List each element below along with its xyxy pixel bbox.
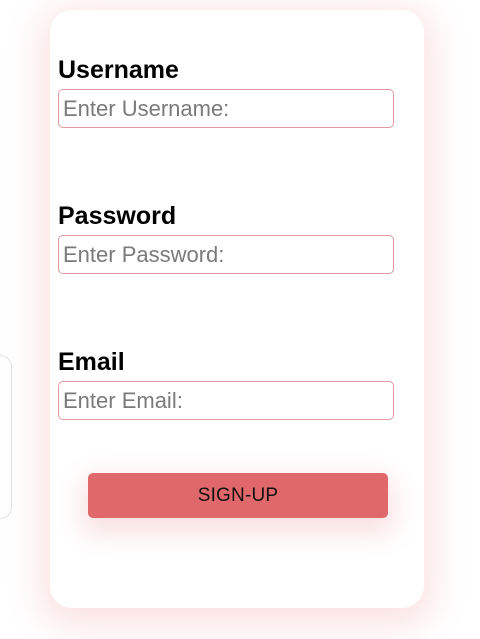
email-label: Email <box>58 348 125 376</box>
email-input[interactable] <box>58 381 394 420</box>
background-panel <box>0 355 12 519</box>
signup-button[interactable]: SIGN-UP <box>88 473 388 518</box>
username-field-group: Username <box>58 56 394 128</box>
password-label: Password <box>58 202 177 230</box>
email-field-group: Email <box>58 348 394 420</box>
username-input[interactable] <box>58 89 394 128</box>
password-input[interactable] <box>58 235 394 274</box>
signup-page: Username Password Email SIGN-UP <box>0 0 480 639</box>
signup-form-card: Username Password Email SIGN-UP <box>50 10 424 608</box>
username-label: Username <box>58 56 179 84</box>
password-field-group: Password <box>58 202 394 274</box>
